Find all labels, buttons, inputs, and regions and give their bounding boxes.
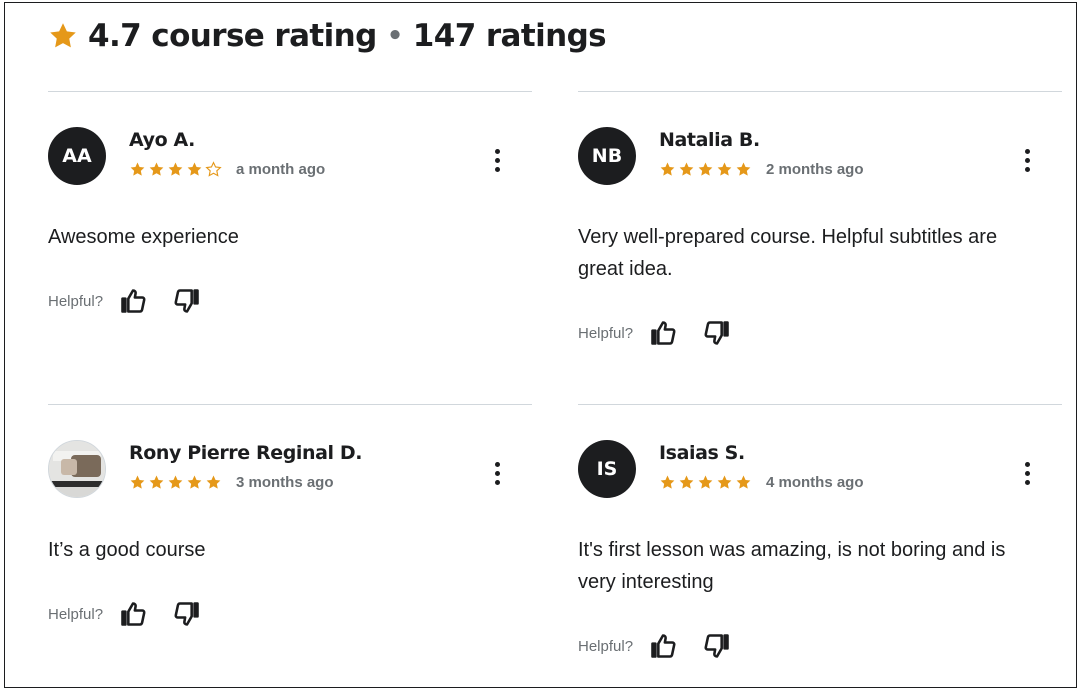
helpful-label: Helpful? [578,324,634,342]
helpful-label: Helpful? [48,292,104,310]
review-date: 3 months ago [236,474,334,491]
more-options-icon[interactable] [491,462,503,492]
review-text: Very well-prepared course. Helpful subti… [578,226,998,280]
star-filled-icon [130,162,145,176]
star-filled-icon [736,475,751,489]
review-date: 2 months ago [766,161,864,178]
star-filled-icon [698,475,713,489]
star-filled-icon [206,475,221,489]
helpful-row: Helpful? [578,317,755,349]
avatar: IS [578,440,636,498]
avatar [48,440,106,498]
star-filled-icon [698,162,713,176]
avatar-initials: NB [591,145,623,167]
helpful-label: Helpful? [48,605,104,623]
more-options-icon[interactable] [1021,149,1033,179]
star-rating [659,474,754,491]
reviewer-name: Ayo A. [129,129,195,151]
star-filled-icon [168,475,183,489]
reviewer-name: Rony Pierre Reginal D. [129,442,363,464]
star-filled-icon [168,162,183,176]
thumbs-up-icon[interactable] [117,285,149,317]
avatar: NB [578,127,636,185]
reviewer-name: Isaias S. [659,442,745,464]
rating-summary: 4.7 course rating • 147 ratings [48,16,607,56]
reviewer-name: Natalia B. [659,129,760,151]
star-filled-icon [149,475,164,489]
review-text: It’s a good course [48,539,206,561]
divider [48,91,532,92]
divider [48,404,532,405]
helpful-row: Helpful? [578,630,755,662]
star-rating [659,161,754,178]
star-filled-icon [679,475,694,489]
ratings-count: 147 ratings [412,18,607,54]
profile-photo [49,441,105,497]
star-filled-icon [736,162,751,176]
thumbs-down-icon[interactable] [701,317,733,349]
review-date: 4 months ago [766,474,864,491]
thumbs-up-icon[interactable] [647,317,679,349]
divider [578,91,1062,92]
star-rating [129,474,224,491]
star-rating [129,161,224,178]
avatar-initials: IS [596,458,618,480]
avatar-initials: AA [62,145,92,167]
thumbs-up-icon[interactable] [117,598,149,630]
review-date: a month ago [236,161,326,178]
review-text: Awesome experience [48,226,239,248]
divider [578,404,1062,405]
review-card: Rony Pierre Reginal D. 3 months ago It’s… [48,404,532,684]
review-card: NB Natalia B. 2 months ago Very well-pre… [578,91,1062,391]
review-card: IS Isaias S. 4 months ago It's first les… [578,404,1062,684]
star-filled-icon [660,162,675,176]
star-filled-icon [660,475,675,489]
star-filled-icon [679,162,694,176]
more-options-icon[interactable] [1021,462,1033,492]
star-filled-icon [130,475,145,489]
star-icon [50,23,76,48]
thumbs-down-icon[interactable] [171,598,203,630]
thumbs-down-icon[interactable] [701,630,733,662]
helpful-row: Helpful? [48,598,225,630]
star-filled-icon [187,475,202,489]
avatar: AA [48,127,106,185]
star-filled-icon [717,475,732,489]
helpful-label: Helpful? [578,637,634,655]
separator: • [386,21,404,51]
thumbs-down-icon[interactable] [171,285,203,317]
thumbs-up-icon[interactable] [647,630,679,662]
more-options-icon[interactable] [491,149,503,179]
review-card: AA Ayo A. a month ago Awesome experience… [48,91,532,391]
star-filled-icon [717,162,732,176]
star-filled-icon [187,162,202,176]
star-empty-icon [205,161,222,177]
helpful-row: Helpful? [48,285,225,317]
review-text: It's first lesson was amazing, is not bo… [578,539,1006,593]
course-rating: 4.7 course rating [88,18,377,54]
star-filled-icon [149,162,164,176]
